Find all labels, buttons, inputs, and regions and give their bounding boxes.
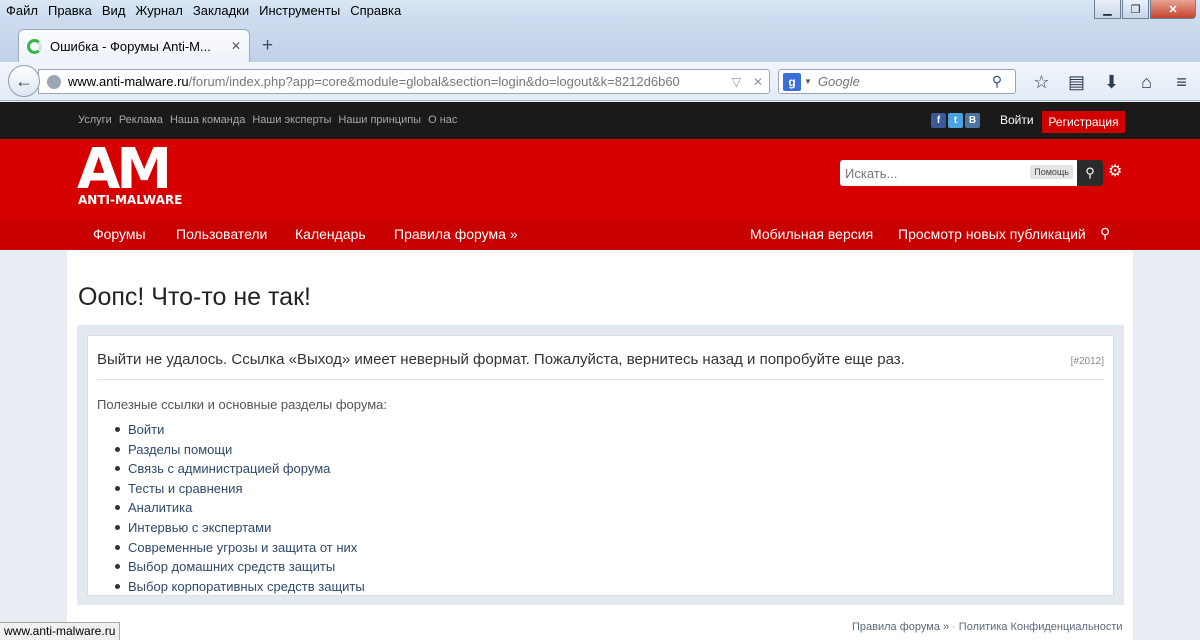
site-topbar: Услуги Реклама Наша команда Наши эксперт… xyxy=(0,102,1200,139)
site-identity-icon[interactable] xyxy=(47,74,61,89)
signin-link[interactable]: Войти xyxy=(1000,113,1034,127)
footer-privacy-link[interactable]: Политика Конфиденциальности xyxy=(959,621,1123,633)
minimize-button[interactable]: ▁ xyxy=(1094,0,1121,19)
search-help-button[interactable]: Помощь xyxy=(1030,165,1073,179)
bookmarks-list-icon[interactable]: ▤ xyxy=(1063,70,1090,94)
twitter-icon[interactable]: t xyxy=(948,113,963,128)
tab-close-icon[interactable]: ✕ xyxy=(231,39,241,53)
link-threats[interactable]: Современные угрозы и защита от них xyxy=(115,538,365,558)
tab-strip: Ошибка - Форумы Anti-M... ✕ + xyxy=(0,22,1200,62)
top-link-team[interactable]: Наша команда xyxy=(170,114,245,126)
back-button[interactable]: ← xyxy=(8,65,40,97)
menu-view[interactable]: Вид xyxy=(97,0,131,22)
menu-icon[interactable]: ≡ xyxy=(1168,70,1195,94)
url-bar[interactable]: www.anti-malware.ru/forum/index.php?app=… xyxy=(38,69,770,94)
tab-title: Ошибка - Форумы Anti-M... xyxy=(50,38,211,54)
nav-users[interactable]: Пользователи xyxy=(176,226,267,242)
site-search-button[interactable]: ⚲ xyxy=(1077,160,1103,186)
menu-help[interactable]: Справка xyxy=(345,0,406,22)
bookmark-star-icon[interactable]: ☆ xyxy=(1028,70,1055,94)
logo-text: ANTI-MALWARE xyxy=(78,193,183,207)
top-link-experts[interactable]: Наши эксперты xyxy=(252,114,331,126)
top-link-principles[interactable]: Наши принципы xyxy=(338,114,421,126)
stop-icon[interactable]: ✕ xyxy=(753,75,763,89)
register-button[interactable]: Регистрация xyxy=(1042,111,1125,133)
link-corporate-protection[interactable]: Выбор корпоративных средств защиты xyxy=(115,577,365,597)
loading-icon xyxy=(27,38,42,54)
footer-separator: · xyxy=(952,621,956,633)
link-interviews[interactable]: Интервью с экспертами xyxy=(115,518,365,538)
primary-nav: Форумы Пользователи Календарь Правила фо… xyxy=(0,219,1200,250)
browser-search-box[interactable]: g ▼ ⚲ xyxy=(778,69,1016,94)
divider xyxy=(97,379,1104,380)
browser-tab[interactable]: Ошибка - Форумы Anti-M... ✕ xyxy=(18,29,250,62)
top-link-about[interactable]: О нас xyxy=(428,114,457,126)
nav-rules[interactable]: Правила форума » xyxy=(394,226,518,242)
link-help[interactable]: Разделы помощи xyxy=(115,440,365,460)
footer-rules-link[interactable]: Правила форума » xyxy=(852,621,949,633)
nav-new-content[interactable]: Просмотр новых публикаций xyxy=(898,226,1086,242)
site-search-input[interactable] xyxy=(845,165,1025,181)
google-icon[interactable]: g xyxy=(783,72,801,91)
new-tab-icon[interactable]: + xyxy=(262,35,273,57)
nav-mobile[interactable]: Мобильная версия xyxy=(750,226,873,242)
social-links: f t B xyxy=(931,113,980,128)
browser-navbar: www.anti-malware.ru/forum/index.php?app=… xyxy=(0,62,1200,101)
toolbar-icons: ☆ ▤ ⬇ ⌂ ≡ xyxy=(1028,70,1195,94)
facebook-icon[interactable]: f xyxy=(931,113,946,128)
search-engine-dropdown-icon[interactable]: ▼ xyxy=(804,77,812,86)
top-link-ads[interactable]: Реклама xyxy=(119,114,163,126)
useful-links-label: Полезные ссылки и основные разделы форум… xyxy=(97,397,387,412)
menu-history[interactable]: Журнал xyxy=(130,0,187,22)
window-controls: ▁ ❐ ✕ xyxy=(1094,0,1196,19)
nav-calendar[interactable]: Календарь xyxy=(295,226,366,242)
browser-search-input[interactable] xyxy=(817,74,988,89)
page-title: Оопс! Что-то не так! xyxy=(78,283,311,311)
home-icon[interactable]: ⌂ xyxy=(1133,70,1160,94)
back-arrow-icon: ← xyxy=(15,70,33,91)
status-bar: www.anti-malware.ru xyxy=(0,622,121,640)
menu-edit[interactable]: Правка xyxy=(43,0,97,22)
top-link-services[interactable]: Услуги xyxy=(78,114,112,126)
site-logo[interactable]: AM ANTI-MALWARE xyxy=(77,142,197,208)
maximize-button[interactable]: ❐ xyxy=(1122,0,1149,19)
vk-icon[interactable]: B xyxy=(965,113,980,128)
nav-forums[interactable]: Форумы xyxy=(93,226,146,242)
url-dropdown-icon[interactable]: ▽ xyxy=(732,75,741,89)
close-window-button[interactable]: ✕ xyxy=(1150,0,1196,19)
top-links: Услуги Реклама Наша команда Наши эксперт… xyxy=(78,114,457,126)
error-code: [#2012] xyxy=(1070,356,1104,367)
useful-links-list: Войти Разделы помощи Связь с администрац… xyxy=(115,420,365,597)
menu-bookmarks[interactable]: Закладки xyxy=(188,0,254,22)
error-message: Выйти не удалось. Ссылка «Выход» имеет н… xyxy=(97,351,905,368)
downloads-icon[interactable]: ⬇ xyxy=(1098,70,1125,94)
menu-tools[interactable]: Инструменты xyxy=(254,0,345,22)
link-home-protection[interactable]: Выбор домашних средств защиты xyxy=(115,557,365,577)
browser-menubar: Файл Правка Вид Журнал Закладки Инструме… xyxy=(0,0,1200,22)
logo-mark: AM xyxy=(77,137,172,202)
error-wrapper: Выйти не удалось. Ссылка «Выход» имеет н… xyxy=(77,325,1124,605)
location-pin-icon[interactable]: ⚲ xyxy=(1100,225,1110,242)
gear-icon[interactable]: ⚙ xyxy=(1108,161,1122,181)
search-icon[interactable]: ⚲ xyxy=(992,73,1002,90)
search-icon: ⚲ xyxy=(1085,165,1095,180)
menu-file[interactable]: Файл xyxy=(0,0,43,22)
link-signin[interactable]: Войти xyxy=(115,420,365,440)
site-search-box: Помощь xyxy=(840,160,1077,186)
site-header: AM ANTI-MALWARE Помощь ⚲ ⚙ Форумы Пользо… xyxy=(0,139,1200,250)
link-analytics[interactable]: Аналитика xyxy=(115,498,365,518)
error-box: Выйти не удалось. Ссылка «Выход» имеет н… xyxy=(87,335,1114,596)
url-text[interactable]: www.anti-malware.ru/forum/index.php?app=… xyxy=(68,74,726,89)
footer-links: Правила форума » · Политика Конфиденциальн… xyxy=(852,621,1123,633)
link-contact-admin[interactable]: Связь с администрацией форума xyxy=(115,459,365,479)
main-content: Оопс! Что-то не так! Выйти не удалось. С… xyxy=(67,250,1133,640)
link-tests[interactable]: Тесты и сравнения xyxy=(115,479,365,499)
